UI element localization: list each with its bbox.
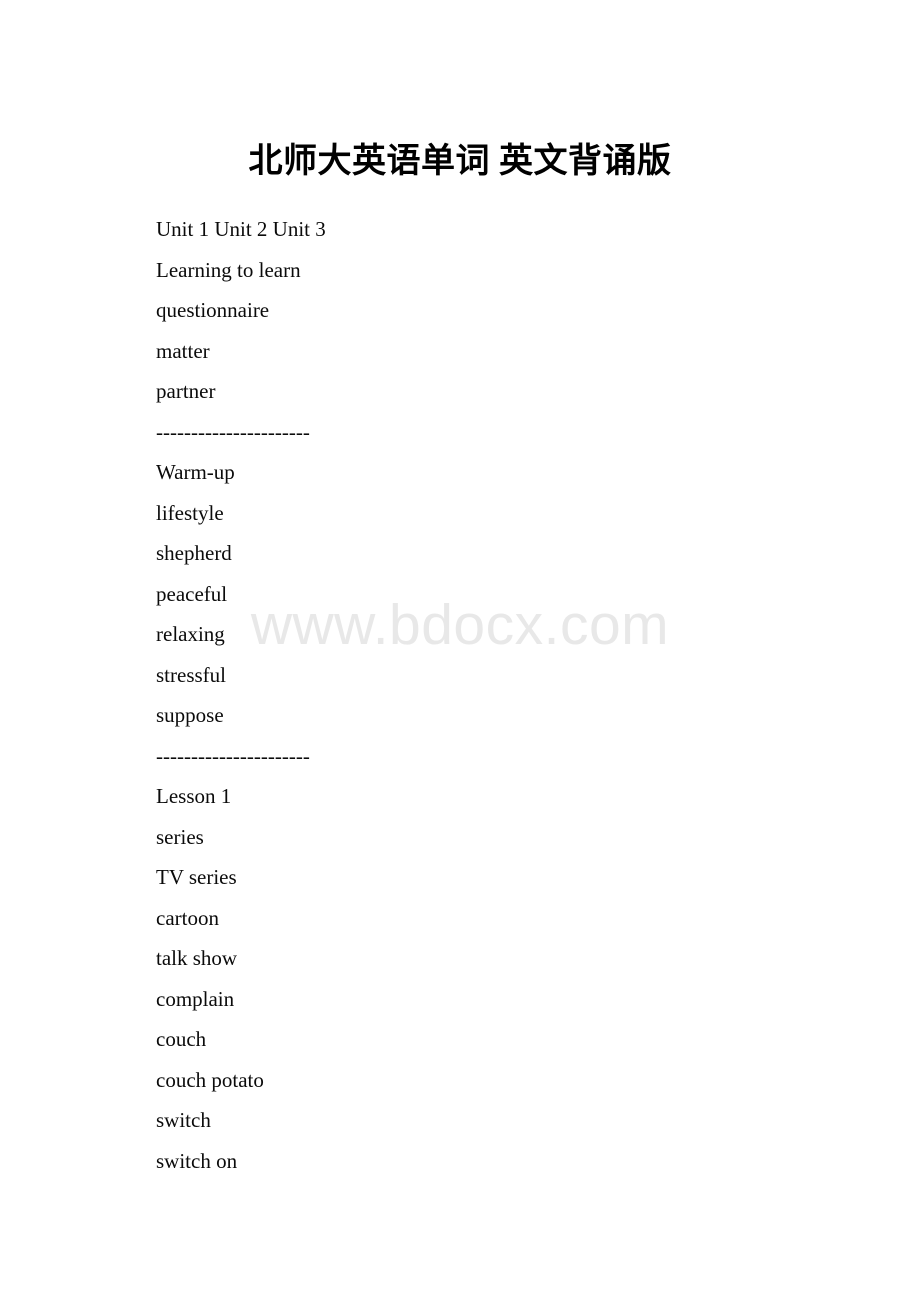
document-page: www.bdocx.com 北师大英语单词 英文背诵版 Unit 1 Unit … [0,0,920,1302]
word-list-item: TV series [156,865,237,889]
word-list-item: relaxing [156,622,225,646]
word-list-item: Learning to learn [156,257,301,282]
word-list-item: lifestyle [156,500,224,525]
word-list-item: series [156,824,204,849]
page-title: 北师大英语单词 英文背诵版 [248,143,672,180]
word-list-item: Warm-up [156,460,235,484]
word-list-item: talk show [156,946,238,970]
word-list-item: stressful [156,662,226,687]
word-list: Unit 1 Unit 2 Unit 3 Learning to learn que… [156,209,776,1181]
word-list-item: shepherd [156,541,232,565]
word-list-item: switch [156,1108,211,1132]
word-list-item: Unit 1 Unit 2 Unit 3 [156,217,326,241]
word-list-item: complain [156,986,235,1011]
word-list-item: Lesson 1 [156,784,232,808]
section-separator: ---------------------- [156,419,310,444]
section-separator: ---------------------- [156,743,310,768]
word-list-item: couch potato [156,1067,264,1092]
word-list-item: questionnaire [156,298,270,322]
word-list-item: cartoon [156,905,219,930]
word-list-item: switch on [156,1148,238,1173]
word-list-item: peaceful [156,581,228,606]
word-list-item: partner [156,379,216,403]
word-list-item: matter [156,338,210,363]
word-list-item: couch [156,1027,207,1051]
word-list-item: suppose [156,703,224,727]
